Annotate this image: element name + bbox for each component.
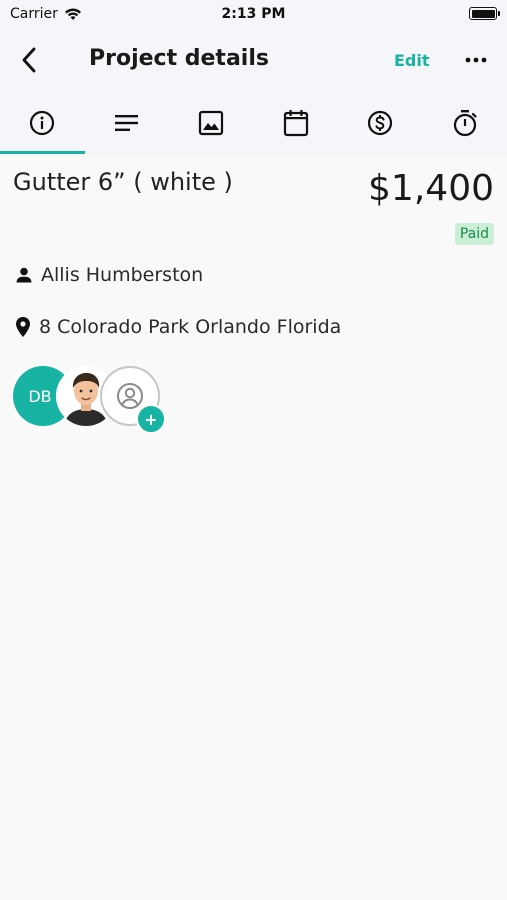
status-bar: Carrier 2:13 PM	[0, 0, 507, 28]
status-time: 2:13 PM	[221, 6, 286, 22]
notes-icon	[114, 115, 138, 131]
image-icon	[199, 110, 224, 136]
battery-icon	[469, 7, 500, 20]
job-address: 8 Colorado Park Orlando Florida	[39, 316, 342, 338]
user-placeholder-icon	[117, 383, 143, 409]
client-row: Allis Humberston	[15, 264, 203, 286]
chevron-left-icon	[22, 47, 36, 73]
back-button[interactable]	[14, 42, 44, 78]
edit-button[interactable]: Edit	[394, 51, 430, 70]
page-title: Project details	[89, 46, 269, 71]
status-badge: Paid	[454, 223, 494, 245]
ellipsis-icon	[465, 57, 487, 63]
tab-notes[interactable]	[85, 92, 170, 154]
calendar-icon	[283, 110, 308, 137]
tab-photos[interactable]	[169, 92, 254, 154]
nav-header: Project details Edit	[0, 28, 507, 92]
tab-info[interactable]	[0, 92, 85, 154]
stopwatch-icon	[453, 110, 477, 137]
battery-level	[471, 9, 495, 18]
active-tab-indicator	[0, 151, 85, 154]
team-avatars: DB +	[13, 366, 173, 436]
tab-calendar[interactable]	[254, 92, 339, 154]
more-options-button[interactable]	[461, 48, 491, 72]
client-name: Allis Humberston	[41, 264, 204, 286]
person-icon	[16, 267, 32, 283]
dollar-icon	[368, 110, 393, 136]
tab-bar	[0, 92, 507, 154]
add-member-button[interactable]: +	[136, 404, 166, 434]
address-row: 8 Colorado Park Orlando Florida	[15, 316, 341, 338]
info-icon	[30, 110, 55, 136]
job-price: $1,400	[368, 168, 494, 209]
tab-payments[interactable]	[338, 92, 423, 154]
tab-timer[interactable]	[423, 92, 507, 154]
location-pin-icon	[16, 317, 30, 337]
job-title: Gutter 6” ( white )	[13, 168, 233, 196]
